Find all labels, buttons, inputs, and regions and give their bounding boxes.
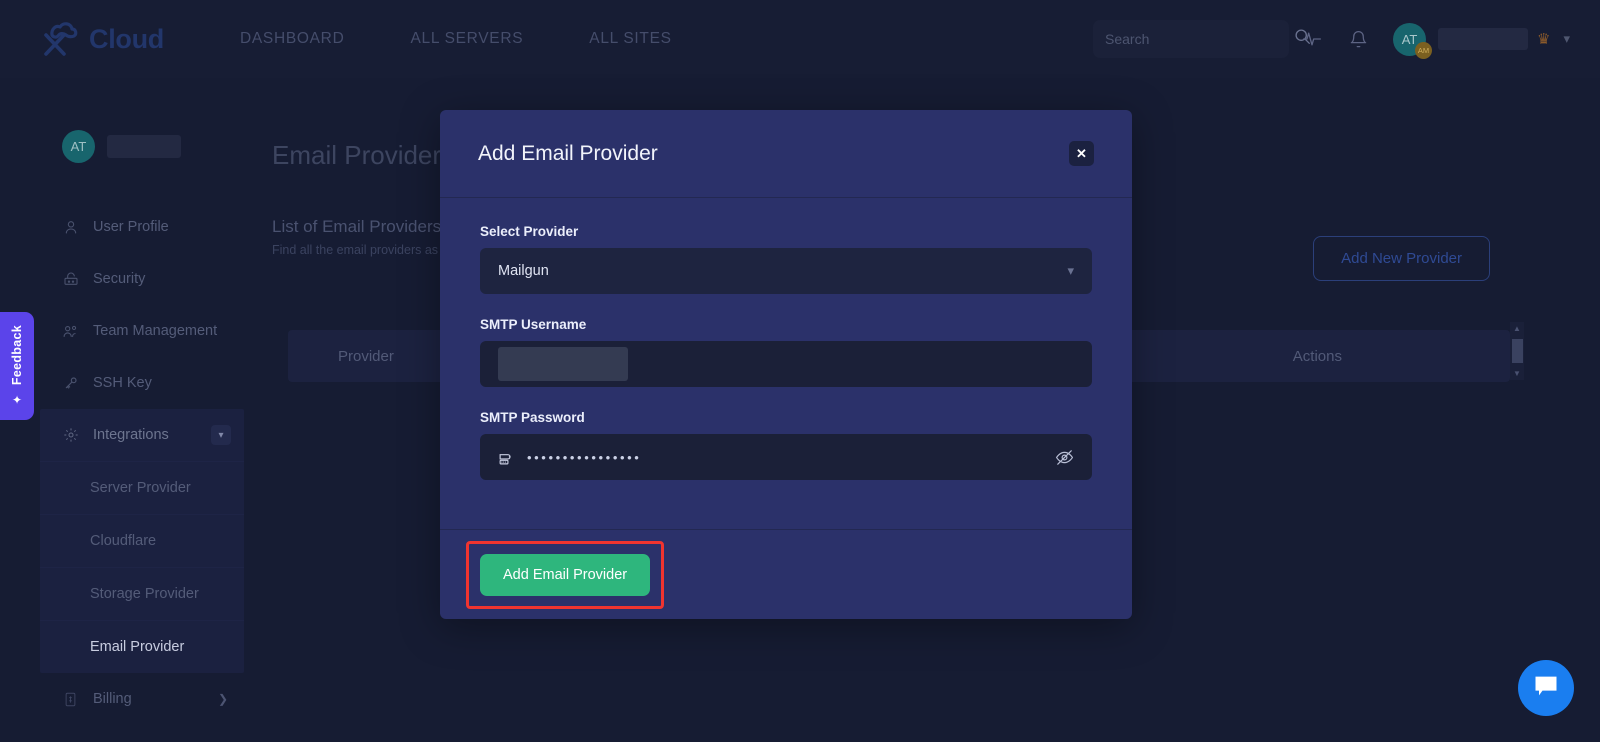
nav-link-all-servers[interactable]: ALL SERVERS (410, 20, 523, 58)
sidebar-group-integrations: Integrations ▾ Server Provider Cloudflar… (40, 409, 244, 673)
sidebar-item-label: Integrations (93, 427, 169, 443)
crown-icon: ♛ (1537, 30, 1550, 48)
modal-body: Select Provider Mailgun ▾ SMTP Username … (440, 198, 1132, 529)
sparkles-icon: ✦ (12, 393, 22, 407)
account-menu[interactable]: AT AM ♛ ▾ (1393, 23, 1570, 56)
search-input[interactable] (1105, 31, 1286, 47)
sidebar-subitem-label: Cloudflare (90, 533, 156, 549)
field-label: SMTP Username (480, 317, 1092, 332)
cloud-x-logo-icon (38, 21, 82, 57)
user-icon (62, 219, 79, 236)
primary-nav: DASHBOARD ALL SERVERS ALL SITES (240, 20, 738, 58)
sidebar-subitem-server-provider[interactable]: Server Provider (40, 461, 244, 514)
column-header-actions: Actions (1293, 348, 1342, 365)
sidebar-menu: User Profile Security Team Management SS… (40, 201, 244, 725)
sidebar-subitem-label: Storage Provider (90, 586, 199, 602)
activity-icon[interactable] (1289, 16, 1335, 62)
table-scrollbar[interactable]: ▲ ▼ (1510, 322, 1524, 380)
sidebar-item-label: Billing (93, 691, 132, 707)
nav-link-all-sites[interactable]: ALL SITES (589, 20, 671, 58)
account-name-redacted (1438, 28, 1528, 50)
scroll-down-icon[interactable]: ▼ (1513, 369, 1521, 378)
sidebar-subitem-cloudflare[interactable]: Cloudflare (40, 514, 244, 567)
sidebar: AT User Profile Security Team Mana (40, 78, 244, 725)
modal-header: Add Email Provider ✕ (440, 110, 1132, 198)
sidebar-account[interactable]: AT (40, 78, 244, 163)
field-smtp-password: SMTP Password •••••••••••••••• (480, 410, 1092, 480)
sidebar-item-user-profile[interactable]: User Profile (40, 201, 244, 253)
key-icon (498, 449, 515, 466)
team-icon (62, 323, 79, 340)
scrollbar-thumb[interactable] (1512, 339, 1523, 363)
avatar-badge: AM (1415, 42, 1432, 59)
chevron-down-icon[interactable]: ▾ (1067, 263, 1074, 279)
sidebar-item-label: Team Management (93, 323, 217, 339)
scroll-up-icon[interactable]: ▲ (1513, 324, 1521, 333)
avatar: AT AM (1393, 23, 1426, 56)
sidebar-account-name-redacted (107, 135, 181, 158)
close-icon[interactable]: ✕ (1069, 141, 1094, 166)
sidebar-item-team-management[interactable]: Team Management (40, 305, 244, 357)
avatar-initials: AT (1402, 32, 1418, 47)
feedback-tab[interactable]: Feedback ✦ (0, 312, 34, 420)
smtp-username-input[interactable] (480, 341, 1092, 387)
top-navigation-bar: Cloud DASHBOARD ALL SERVERS ALL SITES (0, 0, 1600, 78)
search-box[interactable] (1093, 20, 1289, 58)
sidebar-avatar: AT (62, 130, 95, 163)
chevron-down-icon[interactable]: ▾ (211, 425, 231, 445)
sidebar-subitem-email-provider[interactable]: Email Provider (40, 620, 244, 673)
brand-name: Cloud (89, 24, 164, 55)
gear-icon (62, 427, 79, 444)
sidebar-item-security[interactable]: Security (40, 253, 244, 305)
sidebar-item-label: Security (93, 271, 145, 287)
brand-logo[interactable]: Cloud (38, 21, 164, 57)
modal-footer: Add Email Provider (440, 529, 1132, 619)
add-new-provider-button[interactable]: Add New Provider (1313, 236, 1490, 281)
field-label: Select Provider (480, 224, 1092, 239)
add-email-provider-submit-button[interactable]: Add Email Provider (480, 554, 650, 596)
add-email-provider-modal: Add Email Provider ✕ Select Provider Mai… (440, 110, 1132, 619)
key-icon (62, 375, 79, 392)
sidebar-item-label: User Profile (93, 219, 169, 235)
sidebar-item-billing[interactable]: Billing ❯ (40, 673, 244, 725)
sidebar-subitem-storage-provider[interactable]: Storage Provider (40, 567, 244, 620)
sidebar-item-label: SSH Key (93, 375, 152, 391)
column-header-provider: Provider (338, 348, 394, 365)
app-root: Cloud DASHBOARD ALL SERVERS ALL SITES (0, 0, 1600, 742)
sidebar-item-ssh-key[interactable]: SSH Key (40, 357, 244, 409)
feedback-label: Feedback (10, 325, 24, 385)
field-select-provider: Select Provider Mailgun ▾ (480, 224, 1092, 294)
sidebar-item-integrations[interactable]: Integrations ▾ (40, 409, 244, 461)
submit-button-wrapper: Add Email Provider (480, 554, 650, 596)
billing-icon (62, 691, 79, 708)
field-label: SMTP Password (480, 410, 1092, 425)
smtp-password-masked-value: •••••••••••••••• (527, 450, 641, 465)
smtp-username-redacted-value (498, 347, 628, 381)
provider-select-value: Mailgun (498, 263, 549, 279)
chevron-right-icon[interactable]: ❯ (218, 692, 228, 706)
sidebar-subitem-label: Server Provider (90, 480, 191, 496)
security-icon (62, 271, 79, 288)
chat-widget-button[interactable] (1518, 660, 1574, 716)
nav-right-cluster: AT AM ♛ ▾ (1093, 16, 1570, 62)
sidebar-subitem-label: Email Provider (90, 639, 184, 655)
smtp-password-input[interactable]: •••••••••••••••• (480, 434, 1092, 480)
chat-bubble-icon (1532, 672, 1560, 705)
provider-select[interactable]: Mailgun ▾ (480, 248, 1092, 294)
chevron-down-icon[interactable]: ▾ (1563, 31, 1570, 47)
field-smtp-username: SMTP Username (480, 317, 1092, 387)
eye-off-icon[interactable] (1055, 448, 1074, 467)
bell-icon[interactable] (1335, 16, 1381, 62)
nav-link-dashboard[interactable]: DASHBOARD (240, 20, 344, 58)
modal-title: Add Email Provider (478, 142, 658, 166)
